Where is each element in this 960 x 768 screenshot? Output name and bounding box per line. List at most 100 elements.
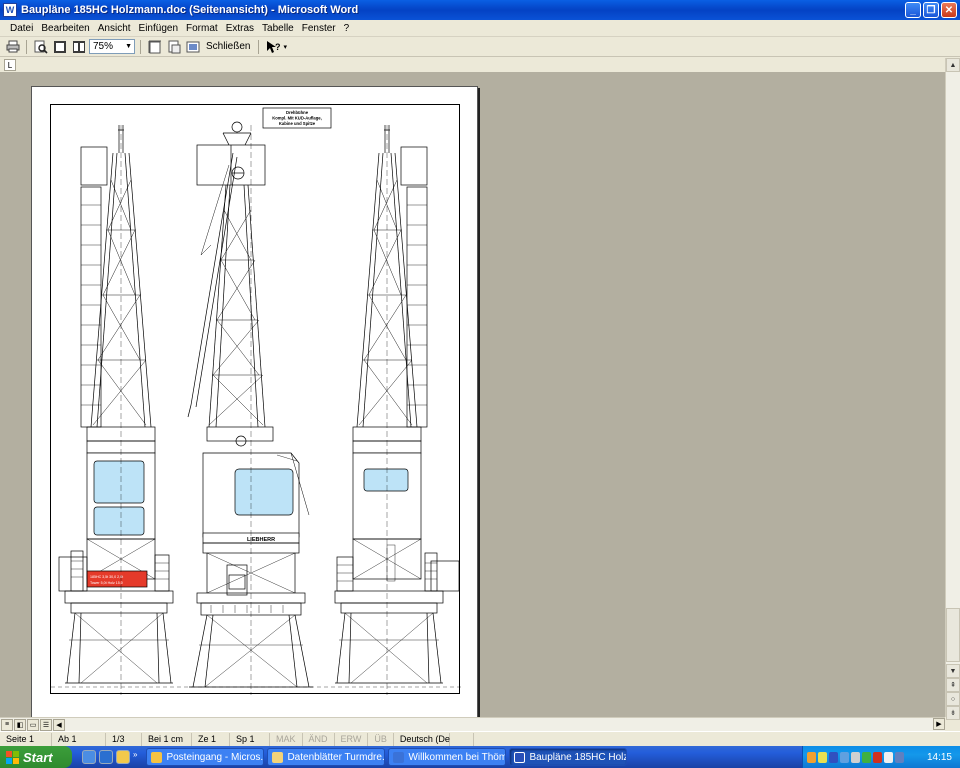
- browse-object-icon[interactable]: ○: [946, 692, 960, 706]
- drawing-label-line-3: Kabine und Spitze: [279, 121, 316, 126]
- previous-page-icon[interactable]: ⇞: [946, 678, 960, 692]
- tray-icon[interactable]: [862, 751, 871, 763]
- drawing-label-line-1: Drehbühne: [286, 110, 309, 115]
- print-preview-toolbar: 75% ▼ Schließen ? ▾: [0, 37, 960, 57]
- status-erw[interactable]: ERW: [335, 732, 369, 746]
- status-column: Sp 1: [230, 732, 270, 746]
- status-extra: [474, 733, 498, 746]
- status-page-of: 1/3: [106, 732, 142, 746]
- full-screen-icon[interactable]: [184, 38, 201, 55]
- web-layout-icon[interactable]: ◧: [14, 718, 26, 731]
- drawing-label-line-2: Kompl. Mit KUD-Auflage,: [272, 116, 322, 121]
- task-datenblaetter[interactable]: Datenblätter Turmdre...: [267, 748, 386, 766]
- clock[interactable]: 14:15: [927, 752, 952, 763]
- scroll-down-icon[interactable]: ▼: [946, 664, 960, 678]
- one-page-icon[interactable]: [51, 38, 68, 55]
- tray-icon[interactable]: [851, 751, 860, 763]
- browser-icon: [393, 751, 405, 763]
- status-spelling[interactable]: [450, 732, 474, 746]
- zoom-select[interactable]: 75% ▼: [89, 39, 135, 54]
- red-plate-line-1: 185HC 3,5t 30,0 2,0t: [90, 575, 123, 579]
- menu-einfuegen[interactable]: Einfügen: [135, 23, 182, 34]
- close-button[interactable]: ✕: [941, 2, 957, 18]
- outlook-quick-icon[interactable]: [82, 750, 96, 764]
- task-willkommen[interactable]: Willkommen bei Thöm...: [388, 748, 507, 766]
- task-bauplaene[interactable]: Baupläne 185HC Holz...: [509, 748, 628, 766]
- menu-bearbeiten[interactable]: Bearbeiten: [37, 23, 93, 34]
- tray-icon[interactable]: [840, 751, 849, 763]
- print-icon[interactable]: [4, 38, 21, 55]
- scroll-up-icon[interactable]: ▲: [946, 58, 960, 72]
- windows-logo-icon: [6, 750, 19, 764]
- normal-view-icon[interactable]: ≡: [1, 718, 13, 731]
- status-line: Ze 1: [192, 732, 230, 746]
- menu-extras[interactable]: Extras: [222, 23, 258, 34]
- menu-datei[interactable]: Datei: [6, 23, 37, 34]
- system-tray: 14:15: [802, 746, 960, 768]
- tray-icon[interactable]: [829, 751, 838, 763]
- red-plate-line-2: Tower 5,0t Holz 15,0: [90, 581, 123, 585]
- status-and[interactable]: ÄND: [303, 732, 335, 746]
- start-label: Start: [23, 749, 53, 765]
- word-app-icon[interactable]: W: [3, 3, 17, 17]
- status-ub[interactable]: ÜB: [368, 732, 394, 746]
- crane-drawing: Drehbühne Kompl. Mit KUD-Auflage, Kabine…: [51, 107, 461, 695]
- task-label: Willkommen bei Thöm...: [408, 751, 507, 763]
- tray-icon[interactable]: [884, 751, 893, 763]
- toolbar-separator: [258, 39, 260, 54]
- outline-view-icon[interactable]: ☰: [40, 718, 52, 731]
- minimize-button[interactable]: _: [905, 2, 921, 18]
- chevron-right-icon[interactable]: »: [133, 750, 137, 764]
- shrink-to-fit-icon[interactable]: [165, 38, 182, 55]
- document-area[interactable]: Drehbühne Kompl. Mit KUD-Auflage, Kabine…: [0, 72, 945, 717]
- menu-format[interactable]: Format: [182, 23, 222, 34]
- chevron-down-icon: ▼: [125, 43, 132, 50]
- magnifier-icon[interactable]: [32, 38, 49, 55]
- print-layout-icon[interactable]: ▭: [27, 718, 39, 731]
- outlook-icon: [151, 751, 163, 763]
- vertical-scrollbar[interactable]: ▲ ▼ ⇞ ○ ⇟: [945, 58, 960, 720]
- toolbar-separator: [140, 39, 141, 54]
- quick-launch: »: [82, 750, 137, 764]
- tray-icon[interactable]: [807, 751, 816, 763]
- status-mak[interactable]: MAK: [270, 732, 303, 746]
- status-page: Seite 1: [0, 732, 52, 746]
- context-help-icon[interactable]: ?: [264, 38, 281, 55]
- status-section: Ab 1: [52, 732, 106, 746]
- svg-text:?: ?: [275, 42, 281, 52]
- scroll-left-icon[interactable]: ◀: [53, 718, 65, 731]
- tray-icon[interactable]: [818, 751, 827, 763]
- browser-quick-icon[interactable]: [99, 750, 113, 764]
- next-page-icon[interactable]: ⇟: [946, 706, 960, 720]
- menu-ansicht[interactable]: Ansicht: [94, 23, 135, 34]
- start-button[interactable]: Start: [0, 746, 72, 768]
- task-label: Datenblätter Turmdre...: [287, 751, 386, 763]
- task-posteingang[interactable]: Posteingang - Micros...: [146, 748, 265, 766]
- menu-fenster[interactable]: Fenster: [298, 23, 340, 34]
- task-label: Baupläne 185HC Holz...: [529, 751, 628, 763]
- close-preview-button[interactable]: Schließen: [203, 41, 253, 52]
- document-page[interactable]: Drehbühne Kompl. Mit KUD-Auflage, Kabine…: [31, 86, 478, 717]
- scroll-thumb[interactable]: [946, 608, 960, 662]
- crane-drawing-frame: Drehbühne Kompl. Mit KUD-Auflage, Kabine…: [50, 104, 461, 695]
- task-label: Posteingang - Micros...: [166, 751, 265, 763]
- view-ruler-icon[interactable]: [146, 38, 163, 55]
- toolbar-options-icon[interactable]: ▾: [283, 43, 287, 51]
- maximize-button[interactable]: ❐: [923, 2, 939, 18]
- status-bar: Seite 1 Ab 1 1/3 Bei 1 cm Ze 1 Sp 1 MAK …: [0, 731, 960, 746]
- status-language[interactable]: Deutsch (De: [394, 732, 450, 746]
- horizontal-scrollbar[interactable]: ≡ ◧ ▭ ☰ ◀ ▶: [0, 717, 945, 731]
- mail-quick-icon[interactable]: [116, 750, 130, 764]
- tab-selector[interactable]: L: [4, 59, 16, 71]
- title-bar: W Baupläne 185HC Holzmann.doc (Seitenans…: [0, 0, 960, 20]
- tray-icon[interactable]: [895, 751, 904, 763]
- menu-bar: Datei Bearbeiten Ansicht Einfügen Format…: [0, 20, 960, 37]
- menu-tabelle[interactable]: Tabelle: [258, 23, 298, 34]
- brand-text: LIEBHERR: [247, 537, 275, 543]
- window-title: Baupläne 185HC Holzmann.doc (Seitenansic…: [21, 4, 359, 16]
- menu-help[interactable]: ?: [340, 23, 354, 34]
- multiple-pages-icon[interactable]: [70, 38, 87, 55]
- scroll-right-icon[interactable]: ▶: [933, 718, 945, 730]
- tray-icon[interactable]: [873, 751, 882, 763]
- zoom-value: 75%: [93, 41, 114, 52]
